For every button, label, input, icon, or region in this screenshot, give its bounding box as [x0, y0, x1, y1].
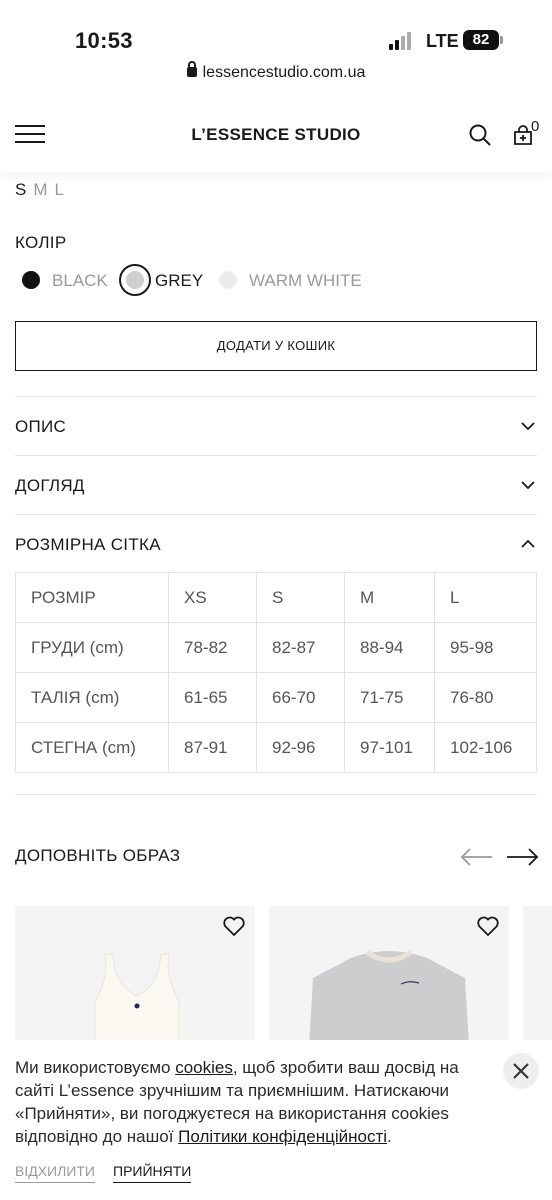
size-option-m[interactable]: M — [33, 180, 47, 199]
arrow-left-icon[interactable] — [460, 846, 494, 868]
url-bar[interactable]: lessencestudio.com.ua — [0, 61, 552, 92]
table-header-cell: XS — [168, 572, 257, 623]
lock-icon — [186, 61, 197, 77]
color-swatch-warm-white — [219, 271, 237, 289]
color-option-warm-white[interactable]: WARM WHITE — [212, 264, 372, 296]
signal-icon — [389, 32, 417, 50]
table-row: СТЕГНА (cm) 87-91 92-96 97-101 102-106 — [15, 722, 537, 773]
table-cell: 66-70 — [256, 672, 345, 723]
accordion-title: РОЗМІРНА СІТКА — [15, 535, 161, 554]
color-label: GREY — [155, 271, 204, 290]
table-header-cell: M — [344, 572, 435, 623]
cookie-text-part: Ми використовуємо — [15, 1058, 176, 1077]
table-cell: 97-101 — [344, 722, 435, 773]
table-cell: 71-75 — [344, 672, 435, 723]
size-selector: SML — [15, 180, 71, 200]
accordion-title: ОПИС — [15, 417, 67, 436]
recommendations-title: ДОПОВНІТЬ ОБРАЗ — [15, 846, 181, 865]
cookie-close-button[interactable] — [503, 1053, 539, 1089]
network-type: LTE — [426, 31, 459, 51]
accordion-care[interactable]: ДОГЛЯД — [15, 455, 537, 514]
table-cell: 78-82 — [168, 622, 257, 673]
status-bar: 10:53 LTE 82 — [0, 0, 552, 60]
cookie-text: Ми використовуємо cookies, щоб зробити в… — [15, 1056, 485, 1148]
url-text: lessencestudio.com.ua — [202, 64, 366, 81]
table-cell: СТЕГНА (cm) — [15, 722, 169, 773]
cookie-accept-button[interactable]: ПРИЙНЯТИ — [113, 1163, 192, 1183]
color-title: КОЛІР — [15, 233, 67, 252]
table-cell: 95-98 — [434, 622, 537, 673]
chevron-down-icon — [521, 481, 535, 490]
table-cell: 82-87 — [256, 622, 345, 673]
table-cell: ТАЛІЯ (cm) — [15, 672, 169, 723]
heart-icon[interactable] — [222, 914, 246, 938]
cookie-banner: Ми використовуємо cookies, щоб зробити в… — [0, 1040, 552, 1200]
cart-count-badge: 0 — [531, 118, 540, 135]
color-option-grey[interactable]: GREY — [119, 264, 214, 296]
product-image-sweatshirt — [309, 949, 469, 1046]
size-option-l[interactable]: L — [55, 180, 64, 199]
table-header-cell: РОЗМІР — [15, 572, 169, 623]
color-swatch-grey — [126, 271, 144, 289]
accordion-description[interactable]: ОПИС — [15, 396, 537, 455]
color-selector: BLACK GREY WARM WHITE — [15, 264, 535, 298]
chevron-up-icon — [521, 539, 535, 548]
product-card[interactable] — [15, 906, 255, 1046]
table-cell: 92-96 — [256, 722, 345, 773]
table-cell: ГРУДИ (cm) — [15, 622, 169, 673]
cookie-text-part: . — [387, 1127, 392, 1146]
cookie-reject-button[interactable]: ВІДХИЛИТИ — [15, 1163, 95, 1183]
accordion-title: ДОГЛЯД — [15, 476, 85, 495]
close-icon — [513, 1063, 529, 1079]
add-to-cart-button[interactable]: ДОДАТИ У КОШИК — [15, 321, 537, 371]
color-label: BLACK — [52, 271, 108, 290]
table-cell: 76-80 — [434, 672, 537, 723]
search-icon[interactable] — [468, 123, 492, 147]
color-option-black[interactable]: BLACK — [15, 264, 115, 296]
table-cell: 102-106 — [434, 722, 537, 773]
size-option-s[interactable]: S — [15, 180, 26, 199]
chevron-down-icon — [521, 422, 535, 431]
privacy-policy-link[interactable]: Політики конфіденційності — [178, 1127, 387, 1146]
status-time: 10:53 — [75, 28, 133, 53]
size-chart-table: РОЗМІР XS S M L ГРУДИ (cm) 78-82 82-87 8… — [15, 572, 537, 773]
table-cell: 88-94 — [344, 622, 435, 673]
accordion-size-chart[interactable]: РОЗМІРНА СІТКА — [15, 514, 537, 573]
arrow-right-icon[interactable] — [505, 846, 539, 868]
color-label: WARM WHITE — [249, 271, 362, 290]
product-card[interactable] — [523, 906, 552, 1046]
table-header-cell: L — [434, 572, 537, 623]
product-card[interactable] — [269, 906, 509, 1046]
color-swatch-black — [22, 271, 40, 289]
table-cell: 61-65 — [168, 672, 257, 723]
table-cell: 87-91 — [168, 722, 257, 773]
cookies-link[interactable]: cookies — [175, 1058, 233, 1077]
table-row: ГРУДИ (cm) 78-82 82-87 88-94 95-98 — [15, 622, 537, 673]
table-header-cell: S — [256, 572, 345, 623]
site-header: L’ESSENCE STUDIO — [0, 100, 552, 172]
product-image-tank-top — [94, 953, 180, 1046]
table-header-row: РОЗМІР XS S M L — [15, 572, 537, 623]
section-divider — [15, 794, 537, 795]
battery-icon: 82 — [463, 30, 503, 50]
table-row: ТАЛІЯ (cm) 61-65 66-70 71-75 76-80 — [15, 672, 537, 723]
heart-icon[interactable] — [476, 914, 500, 938]
